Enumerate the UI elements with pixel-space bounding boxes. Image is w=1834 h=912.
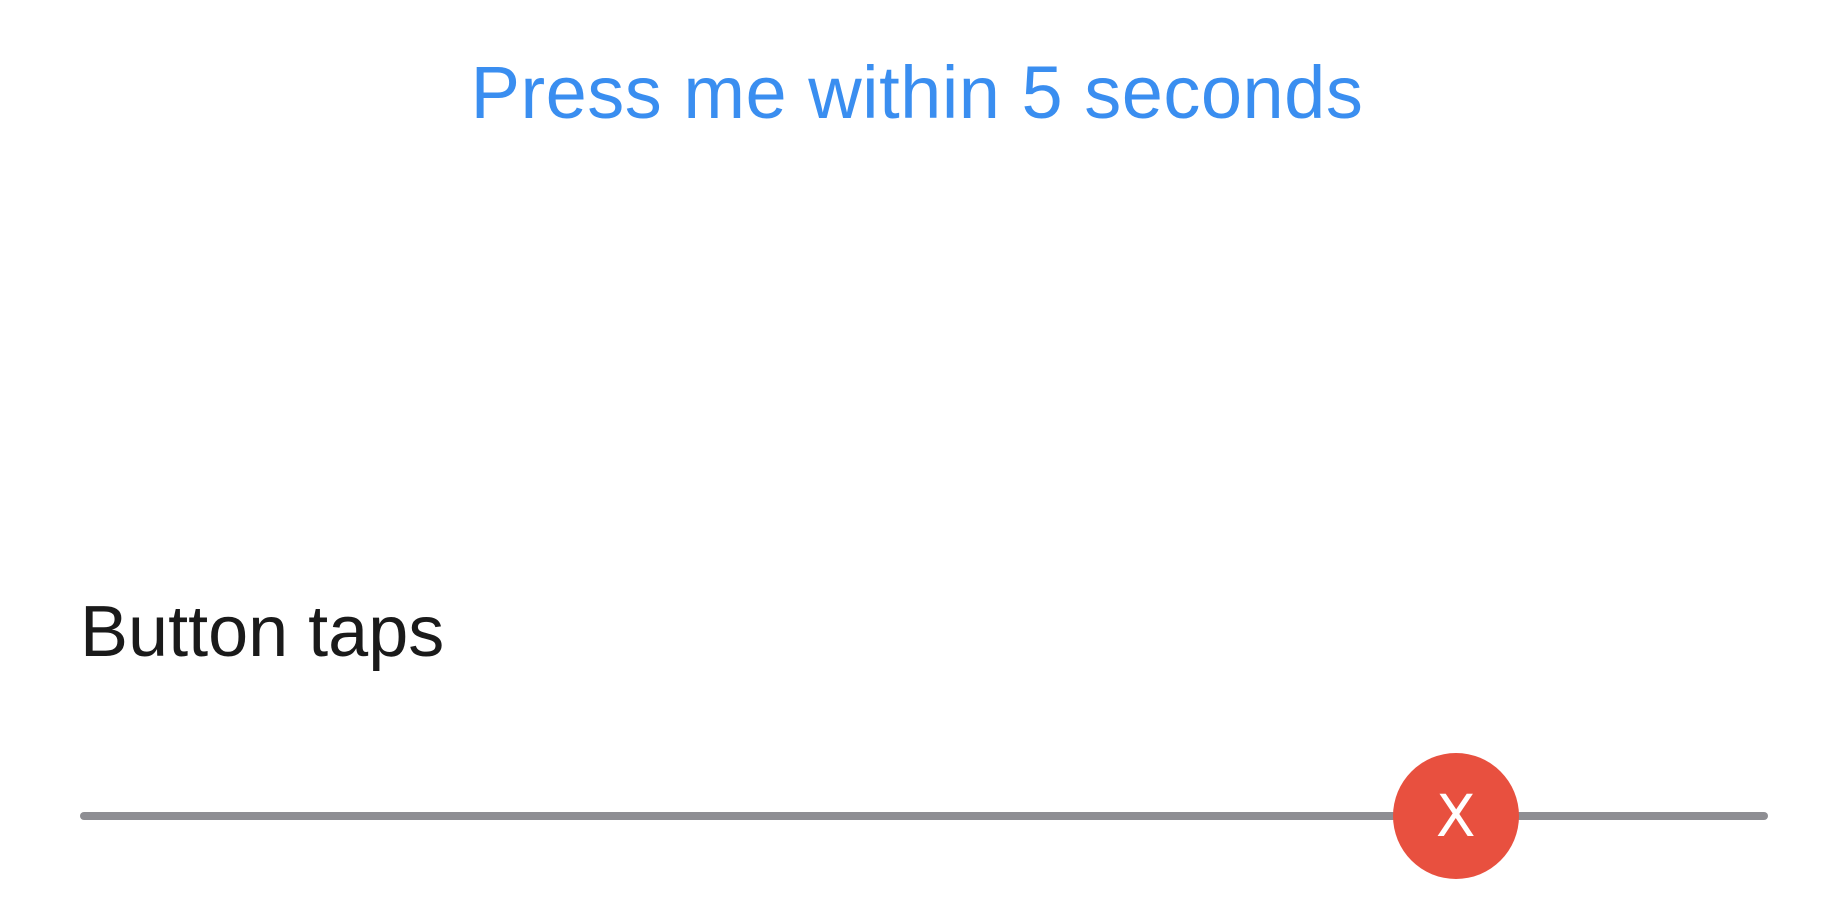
taps-timeline-track: X bbox=[80, 753, 1768, 879]
press-me-button[interactable]: Press me within 5 seconds bbox=[0, 44, 1834, 140]
tap-marker-x-icon[interactable]: X bbox=[1392, 753, 1519, 879]
button-taps-label: Button taps bbox=[80, 592, 445, 672]
